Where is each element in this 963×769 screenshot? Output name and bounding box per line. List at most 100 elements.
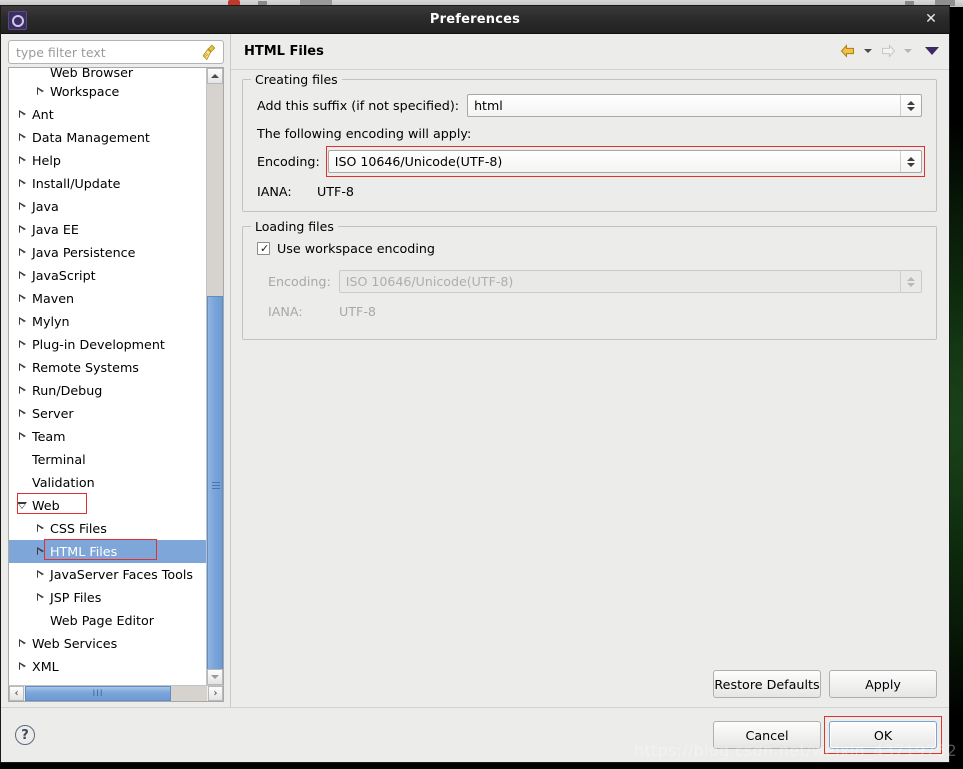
- scroll-left-button[interactable]: ‹: [9, 686, 24, 701]
- chevron-right-icon[interactable]: [14, 363, 30, 372]
- chevron-right-icon[interactable]: [32, 524, 48, 533]
- cancel-button[interactable]: Cancel: [713, 721, 821, 749]
- tree-item-terminal[interactable]: Terminal: [9, 448, 206, 471]
- ok-button[interactable]: OK: [829, 721, 937, 749]
- chevron-right-icon[interactable]: [14, 248, 30, 257]
- loading-files-group: Loading files ✓ Use workspace encoding E…: [242, 219, 937, 340]
- chevron-right-icon[interactable]: [14, 133, 30, 142]
- tree-item-java[interactable]: Java: [9, 195, 206, 218]
- tree-item-web[interactable]: Web: [9, 494, 206, 517]
- use-workspace-encoding-checkbox-row[interactable]: ✓ Use workspace encoding: [257, 241, 922, 256]
- tree-item-javaserver-faces-tools[interactable]: JavaServer Faces Tools: [9, 563, 206, 586]
- tree-item-validation[interactable]: Validation: [9, 471, 206, 494]
- tree-item-label: Validation: [32, 475, 95, 490]
- loading-iana-label: IANA:: [268, 304, 303, 319]
- close-icon[interactable]: ✕: [922, 10, 940, 28]
- chevron-right-icon[interactable]: [14, 225, 30, 234]
- h-scrollbar-track[interactable]: [171, 686, 207, 701]
- tree-item-workspace[interactable]: Workspace: [9, 80, 206, 103]
- tree-item-javascript[interactable]: JavaScript: [9, 264, 206, 287]
- encoding-value: ISO 10646/Unicode(UTF-8): [334, 154, 503, 169]
- tree-item-css-files[interactable]: CSS Files: [9, 517, 206, 540]
- tree-item-mylyn[interactable]: Mylyn: [9, 310, 206, 333]
- tree-item-web-page-editor[interactable]: Web Page Editor: [9, 609, 206, 632]
- suffix-value: html: [474, 98, 503, 113]
- chevron-right-icon[interactable]: [14, 294, 30, 303]
- preferences-tree[interactable]: Web Browser Workspace Ant Data Management He…: [9, 68, 206, 685]
- dialog-footer: ? Cancel OK: [1, 708, 949, 762]
- scrollbar-track[interactable]: [207, 84, 223, 296]
- scroll-right-button[interactable]: ›: [208, 686, 223, 701]
- use-workspace-encoding-label: Use workspace encoding: [277, 241, 435, 256]
- tree-item-web-services[interactable]: Web Services: [9, 632, 206, 655]
- tree-item-run-debug[interactable]: Run/Debug: [9, 379, 206, 402]
- tree-item-label: Terminal: [32, 452, 86, 467]
- chevron-right-icon[interactable]: [14, 662, 30, 671]
- use-workspace-encoding-checkbox[interactable]: ✓: [257, 242, 270, 255]
- tree-item-label: Help: [32, 153, 61, 168]
- tree-item-maven[interactable]: Maven: [9, 287, 206, 310]
- help-icon[interactable]: ?: [15, 725, 35, 745]
- tree-item-label: Web: [32, 498, 60, 513]
- chevron-right-icon[interactable]: [14, 179, 30, 188]
- chevron-right-icon[interactable]: [32, 593, 48, 602]
- iana-row: IANA: UTF-8: [257, 184, 922, 199]
- chevron-right-icon[interactable]: [32, 547, 48, 556]
- chevron-right-icon[interactable]: [32, 87, 48, 96]
- tree-item-help[interactable]: Help: [9, 149, 206, 172]
- tree-item-java-ee[interactable]: Java EE: [9, 218, 206, 241]
- chevron-right-icon[interactable]: [14, 432, 30, 441]
- view-menu-triangle-icon[interactable]: [925, 47, 939, 55]
- dialog-titlebar: Preferences ✕: [1, 6, 949, 34]
- chevron-right-icon[interactable]: [14, 386, 30, 395]
- apply-button[interactable]: Apply: [829, 670, 937, 698]
- tree-item-install-update[interactable]: Install/Update: [9, 172, 206, 195]
- tree-item-web-browser[interactable]: Web Browser: [9, 68, 206, 80]
- back-arrow-icon[interactable]: [839, 42, 857, 60]
- tree-item-ant[interactable]: Ant: [9, 103, 206, 126]
- encoding-label: Encoding:: [257, 154, 320, 169]
- tree-scroll-area: Web Browser Workspace Ant Data Management He…: [8, 67, 224, 707]
- suffix-combo[interactable]: html: [467, 94, 922, 117]
- chevron-right-icon[interactable]: [14, 156, 30, 165]
- restore-defaults-button[interactable]: Restore Defaults: [713, 670, 821, 698]
- chevron-right-icon[interactable]: [14, 202, 30, 211]
- tree-item-html-files[interactable]: HTML Files: [9, 540, 206, 563]
- chevron-right-icon[interactable]: [14, 409, 30, 418]
- tree-item-label: JavaServer Faces Tools: [50, 567, 194, 582]
- tree-item-remote-systems[interactable]: Remote Systems: [9, 356, 206, 379]
- tree-item-server[interactable]: Server: [9, 402, 206, 425]
- tree-item-java-persistence[interactable]: Java Persistence: [9, 241, 206, 264]
- tree-item-team[interactable]: Team: [9, 425, 206, 448]
- tree-item-jsp-files[interactable]: JSP Files: [9, 586, 206, 609]
- scrollbar-thumb[interactable]: [207, 296, 223, 671]
- tree-item-label: Install/Update: [32, 176, 121, 191]
- tree-item-xml[interactable]: XML: [9, 655, 206, 678]
- h-scrollbar-thumb[interactable]: III: [25, 686, 171, 701]
- broom-icon[interactable]: [202, 44, 217, 61]
- tree-vertical-scrollbar[interactable]: [206, 68, 223, 685]
- tree-item-label: Java EE: [32, 222, 79, 237]
- chevron-right-icon[interactable]: [14, 110, 30, 119]
- tree-item-data-management[interactable]: Data Management: [9, 126, 206, 149]
- loading-encoding-combo: ISO 10646/Unicode(UTF-8): [338, 270, 922, 293]
- scroll-up-button[interactable]: [207, 68, 223, 84]
- scroll-down-button[interactable]: [207, 669, 223, 685]
- back-history-chevron-down-icon[interactable]: [864, 49, 872, 53]
- tree-item-label: HTML Files: [50, 544, 118, 559]
- chevron-right-icon[interactable]: [14, 639, 30, 648]
- tree-item-plug-in-development[interactable]: Plug-in Development: [9, 333, 206, 356]
- tree-item-label: Ant: [32, 107, 54, 122]
- chevron-right-icon[interactable]: [14, 340, 30, 349]
- tree-item-label: Mylyn: [32, 314, 70, 329]
- tree-item-label: Run/Debug: [32, 383, 103, 398]
- chevron-right-icon[interactable]: [32, 570, 48, 579]
- tree-horizontal-scrollbar[interactable]: ‹ III ›: [8, 685, 224, 702]
- chevron-right-icon[interactable]: [14, 317, 30, 326]
- suffix-combo-spinner-icon[interactable]: [900, 95, 921, 116]
- suffix-row: Add this suffix (if not specified): html: [257, 94, 922, 117]
- encoding-combo[interactable]: ISO 10646/Unicode(UTF-8): [327, 150, 922, 173]
- encoding-combo-spinner-icon[interactable]: [900, 151, 921, 172]
- search-input[interactable]: type filter text: [8, 40, 224, 64]
- chevron-right-icon[interactable]: [14, 271, 30, 280]
